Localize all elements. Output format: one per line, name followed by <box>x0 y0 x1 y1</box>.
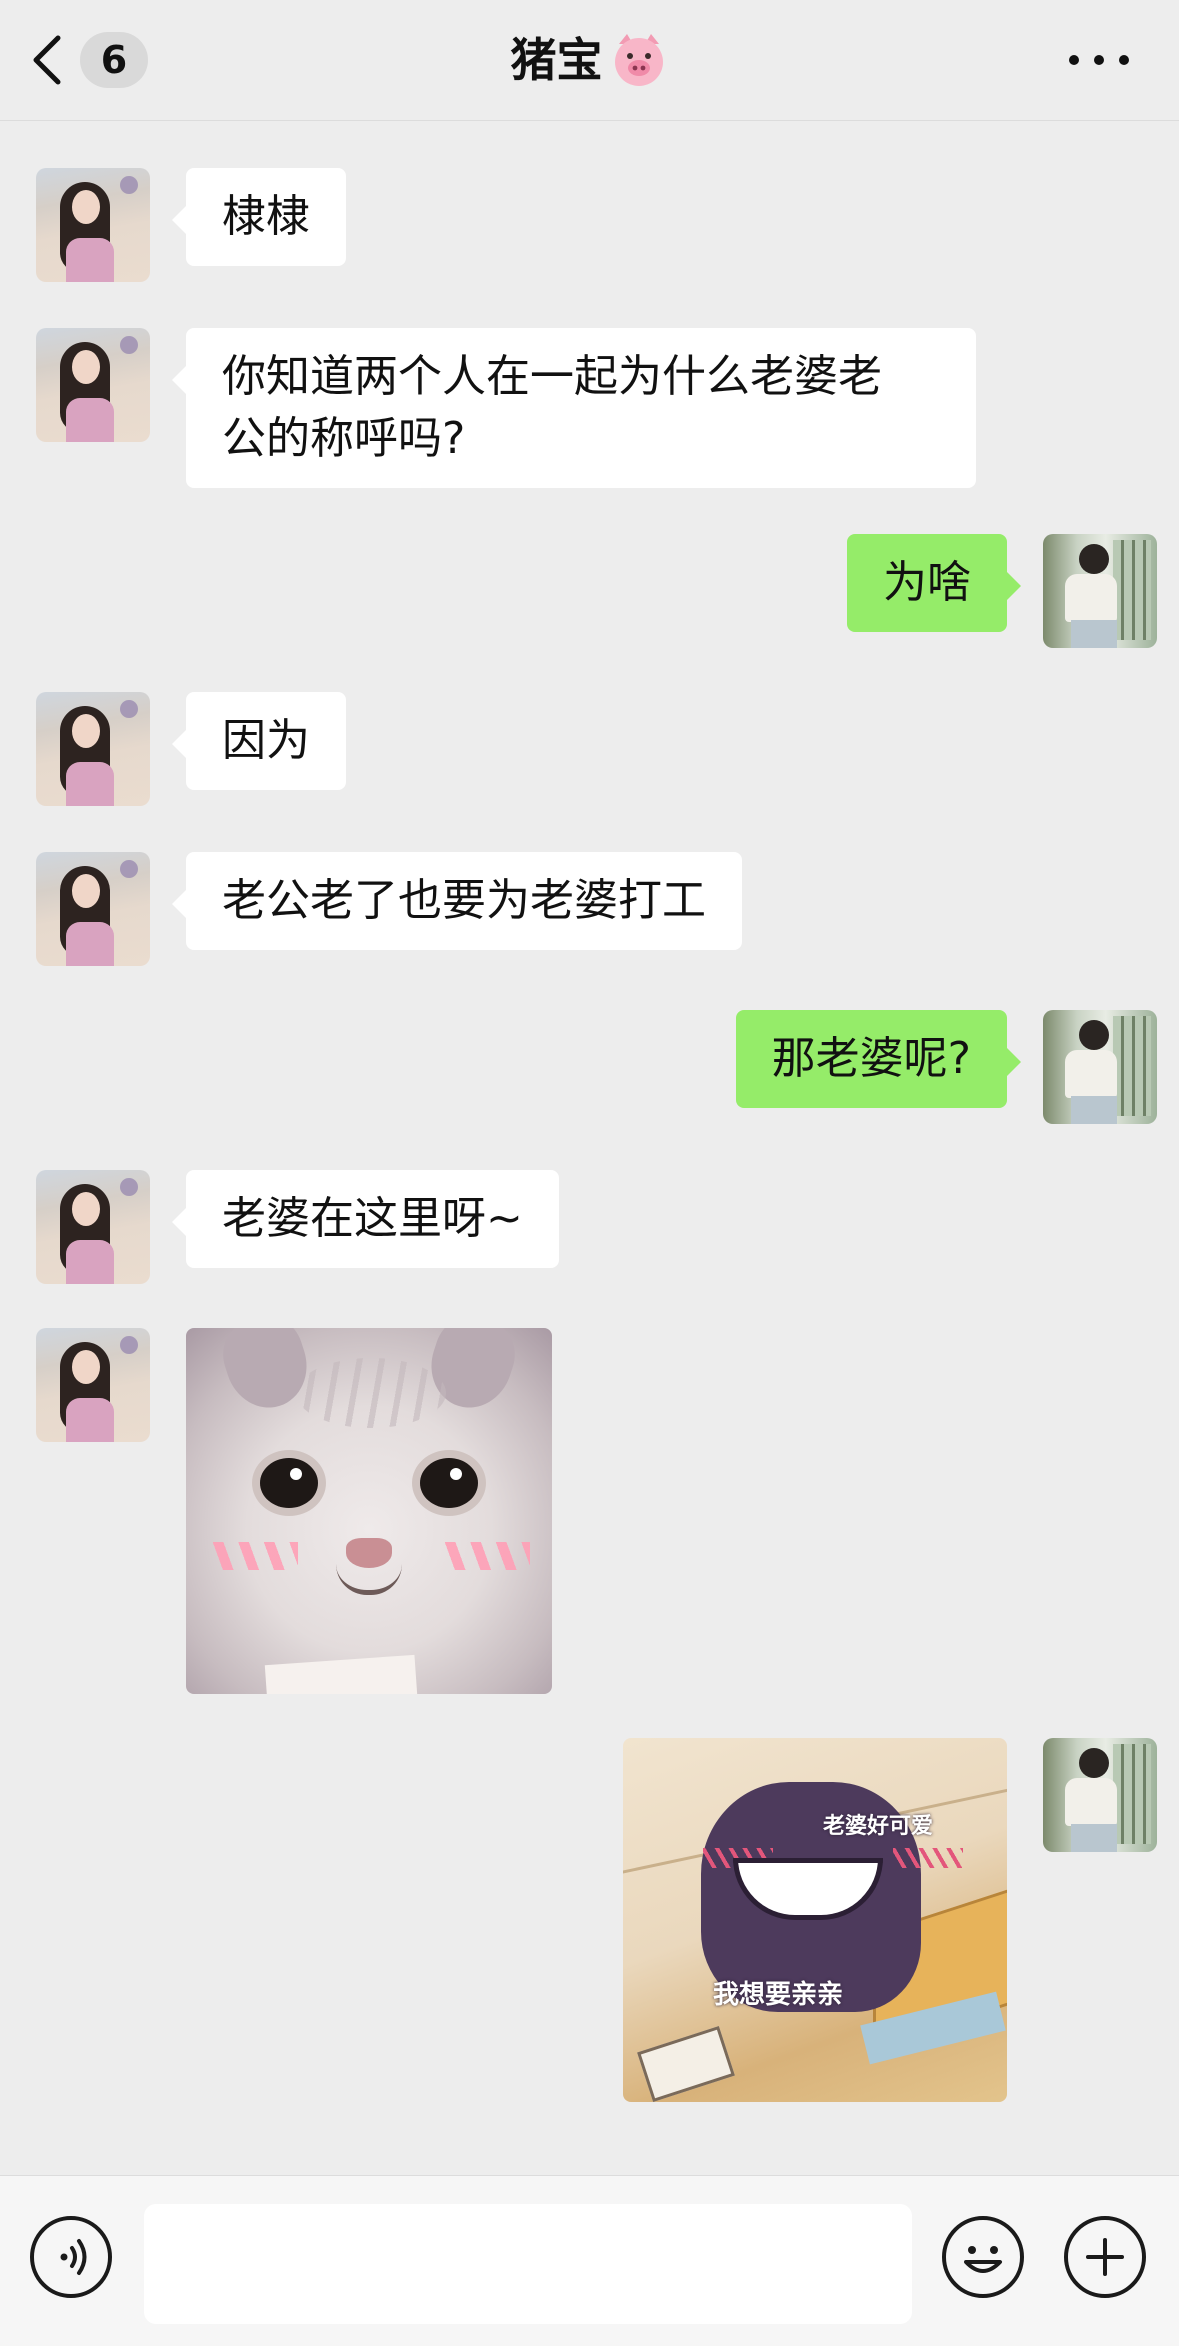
message-row: 老公老了也要为老婆打工 <box>36 852 742 966</box>
message-text-line: 公的称呼吗? <box>222 413 466 464</box>
message-row: 老婆在这里呀~ <box>36 1170 559 1284</box>
incoming-message-bubble[interactable]: 老公老了也要为老婆打工 <box>172 852 742 950</box>
contact-avatar[interactable] <box>36 692 150 806</box>
more-options-button[interactable] <box>1069 40 1129 80</box>
message-text: 老公老了也要为老婆打工 <box>222 875 706 926</box>
chat-header: 6 猪宝 <box>0 0 1179 121</box>
contact-avatar[interactable] <box>36 168 150 282</box>
contact-avatar[interactable] <box>36 852 150 966</box>
pig-face-icon <box>614 34 663 86</box>
message-text: 因为 <box>222 715 310 766</box>
incoming-message-bubble[interactable]: 因为 <box>172 692 346 790</box>
my-avatar[interactable] <box>1043 1010 1157 1124</box>
message-text-line: 你知道两个人在一起为什么老婆老 <box>222 351 882 402</box>
emoji-icon <box>964 2246 1002 2273</box>
message-row: 为啥 <box>847 534 1157 648</box>
voice-icon <box>60 2239 87 2275</box>
sticker-caption: 老婆好可爱 <box>823 1814 934 1839</box>
outgoing-message-bubble[interactable]: 为啥 <box>847 534 1021 632</box>
more-dot-icon <box>1119 55 1129 65</box>
message-row: 你知道两个人在一起为什么老婆老 公的称呼吗? <box>36 328 976 488</box>
message-row: 因为 <box>36 692 346 806</box>
incoming-message-bubble[interactable]: 老婆在这里呀~ <box>172 1170 559 1268</box>
voice-input-button[interactable] <box>30 2216 112 2298</box>
incoming-message-bubble[interactable]: 你知道两个人在一起为什么老婆老 公的称呼吗? <box>172 328 976 488</box>
sticker-caption: 我想要亲亲 <box>713 1980 844 2010</box>
blushing-cat-sticker[interactable] <box>186 1328 552 1694</box>
message-row <box>36 1328 552 1694</box>
contact-avatar[interactable] <box>36 1170 150 1284</box>
message-row: 那老婆呢? <box>735 1010 1157 1124</box>
message-input[interactable] <box>144 2204 912 2324</box>
more-functions-button[interactable] <box>1064 2216 1146 2298</box>
emoji-button[interactable] <box>942 2216 1024 2298</box>
chat-title: 猪宝 <box>0 28 1179 92</box>
my-avatar[interactable] <box>1043 534 1157 648</box>
outgoing-message-bubble[interactable]: 那老婆呢? <box>735 1010 1022 1108</box>
message-input-bar <box>0 2175 1179 2346</box>
message-text: 为啥 <box>883 557 971 608</box>
gengar-sticker[interactable]: 老婆好可爱 我想要亲亲 <box>623 1738 1007 2102</box>
contact-avatar[interactable] <box>36 328 150 442</box>
plus-icon <box>1086 2238 1124 2276</box>
my-avatar[interactable] <box>1043 1738 1157 1852</box>
contact-avatar[interactable] <box>36 1328 150 1442</box>
incoming-message-bubble[interactable]: 棣棣 <box>172 168 346 266</box>
message-row: 棣棣 <box>36 168 346 282</box>
message-text: 老婆在这里呀~ <box>222 1193 523 1244</box>
message-row: 老婆好可爱 我想要亲亲 <box>623 1738 1157 2102</box>
more-dot-icon <box>1094 55 1104 65</box>
message-text: 那老婆呢? <box>771 1033 971 1084</box>
more-dot-icon <box>1069 55 1079 65</box>
message-text: 棣棣 <box>222 191 310 242</box>
chat-title-text: 猪宝 <box>510 33 603 87</box>
